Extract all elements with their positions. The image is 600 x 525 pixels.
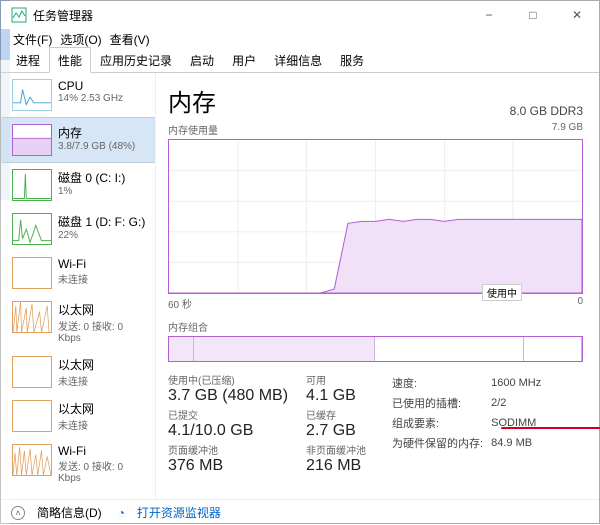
- tab-performance[interactable]: 性能: [49, 47, 91, 73]
- open-resource-monitor-link[interactable]: 打开资源监视器: [137, 504, 221, 521]
- sidebar-item-wifi1[interactable]: Wi-Fi发送: 0 接收: 0 Kbps: [1, 438, 155, 490]
- tab-app-history[interactable]: 应用历史记录: [91, 47, 181, 72]
- stat-label: 已提交: [168, 407, 288, 422]
- sidebar-item-label: Wi-Fi: [58, 444, 147, 458]
- stat-value: 4.1/10.0 GB: [168, 422, 253, 439]
- sidebar-item-cpu[interactable]: CPU14% 2.53 GHz: [1, 73, 155, 117]
- fewer-details-button[interactable]: 简略信息(D): [37, 504, 102, 521]
- stat-value: 1600 MHz: [491, 374, 547, 392]
- memory-usage-chart: 使用中: [168, 139, 583, 294]
- composition-label: 内存组合: [168, 319, 583, 334]
- sidebar-item-label: 磁盘 0 (C: I:): [58, 169, 125, 186]
- sidebar-item-memory[interactable]: 内存3.8/7.9 GB (48%): [1, 117, 155, 163]
- main-panel: 内存 8.0 GB DDR3 内存使用量 7.9 GB 使用中: [156, 73, 599, 499]
- stat-label: 页面缓冲池: [168, 442, 288, 457]
- sidebar-item-label: 以太网: [58, 356, 94, 373]
- titlebar: 任务管理器 − □ ✕: [1, 1, 599, 29]
- red-underline-annotation: [501, 427, 600, 429]
- sidebar: CPU14% 2.53 GHz 内存3.8/7.9 GB (48%) 磁盘 0 …: [1, 73, 156, 499]
- stat-value: SODIMM: [491, 414, 547, 432]
- stat-label: 已缓存: [306, 407, 366, 422]
- sidebar-item-wifi0[interactable]: Wi-Fi未连接: [1, 251, 155, 295]
- tab-users[interactable]: 用户: [223, 47, 265, 72]
- stat-value: 4.1 GB: [306, 387, 356, 404]
- sidebar-item-sub: 14% 2.53 GHz: [58, 93, 123, 104]
- tab-services[interactable]: 服务: [331, 47, 373, 72]
- sidebar-item-label: 以太网: [58, 400, 94, 417]
- menu-view[interactable]: 查看(V): [108, 31, 152, 48]
- sidebar-item-sub: 22%: [58, 230, 145, 241]
- stat-value: 2/2: [491, 394, 547, 412]
- sidebar-item-label: CPU: [58, 79, 123, 93]
- tab-processes[interactable]: 进程: [7, 47, 49, 72]
- tab-startup[interactable]: 启动: [181, 47, 223, 72]
- sidebar-item-label: 磁盘 1 (D: F: G:): [58, 213, 145, 230]
- sidebar-item-ethernet1[interactable]: 以太网未连接: [1, 350, 155, 394]
- sidebar-item-sub: 1%: [58, 186, 125, 197]
- sidebar-item-ethernet0[interactable]: 以太网发送: 0 接收: 0 Kbps: [1, 295, 155, 350]
- stat-label: 使用中(已压缩): [168, 372, 288, 387]
- sidebar-item-ethernet2[interactable]: 以太网未连接: [1, 394, 155, 438]
- sidebar-item-sub: 未连接: [58, 271, 88, 286]
- page-title: 内存: [168, 83, 216, 118]
- stat-value: 3.7 GB (480 MB): [168, 387, 288, 404]
- stat-value: 376 MB: [168, 457, 223, 474]
- close-button[interactable]: ✕: [555, 1, 599, 29]
- memory-spec: 8.0 GB DDR3: [510, 104, 583, 118]
- stat-label: 可用: [306, 372, 366, 387]
- menu-options[interactable]: 选项(O): [58, 31, 103, 48]
- taskmgr-icon: [11, 7, 27, 23]
- sidebar-item-sub: 未连接: [58, 373, 94, 388]
- sidebar-item-label: 以太网: [58, 301, 147, 318]
- menubar: 文件(F) 选项(O) 查看(V): [1, 29, 599, 49]
- sidebar-item-label: Wi-Fi: [58, 257, 88, 271]
- chart-top-label: 内存使用量: [168, 122, 218, 137]
- stats-right: 速度:1600 MHz 已使用的插槽:2/2 组成要素:SODIMM 为硬件保留…: [390, 372, 549, 475]
- chart-bottom-left: 60 秒: [168, 296, 192, 311]
- sidebar-item-disk1[interactable]: 磁盘 1 (D: F: G:)22%: [1, 207, 155, 251]
- stat-value: 84.9 MB: [491, 434, 547, 452]
- memory-composition-bar: [168, 336, 583, 362]
- tabs: 进程 性能 应用历史记录 启动 用户 详细信息 服务: [1, 49, 599, 73]
- window-title: 任务管理器: [33, 7, 93, 24]
- stat-value: 216 MB: [306, 457, 361, 474]
- chart-marker: 使用中: [482, 284, 522, 301]
- chart-top-right: 7.9 GB: [552, 122, 583, 137]
- stats-left: 使用中(已压缩)3.7 GB (480 MB) 可用4.1 GB 已提交4.1/…: [168, 372, 366, 475]
- stat-label: 速度:: [392, 374, 489, 392]
- tab-details[interactable]: 详细信息: [265, 47, 331, 72]
- sidebar-item-disk0[interactable]: 磁盘 0 (C: I:)1%: [1, 163, 155, 207]
- sidebar-item-sub: 发送: 0 接收: 0 Kbps: [58, 458, 147, 484]
- sidebar-item-sub: 发送: 0 接收: 0 Kbps: [58, 318, 147, 344]
- stat-label: 已使用的插槽:: [392, 394, 489, 412]
- sidebar-item-sub: 未连接: [58, 417, 94, 432]
- stat-label: 非页面缓冲池: [306, 442, 366, 457]
- chart-bottom-right: 0: [577, 296, 583, 311]
- sidebar-item-label: 内存: [58, 124, 135, 141]
- maximize-button[interactable]: □: [511, 1, 555, 29]
- footer: ˄ 简略信息(D) ◔ 打开资源监视器: [1, 499, 599, 525]
- stat-value: 2.7 GB: [306, 422, 356, 439]
- minimize-button[interactable]: −: [467, 1, 511, 29]
- sidebar-item-sub: 3.8/7.9 GB (48%): [58, 141, 135, 152]
- menu-file[interactable]: 文件(F): [11, 31, 54, 48]
- stat-label: 为硬件保留的内存:: [392, 434, 489, 452]
- resource-monitor-icon: ◔: [118, 506, 125, 520]
- stat-label: 组成要素:: [392, 414, 489, 432]
- chevron-up-icon[interactable]: ˄: [11, 506, 25, 520]
